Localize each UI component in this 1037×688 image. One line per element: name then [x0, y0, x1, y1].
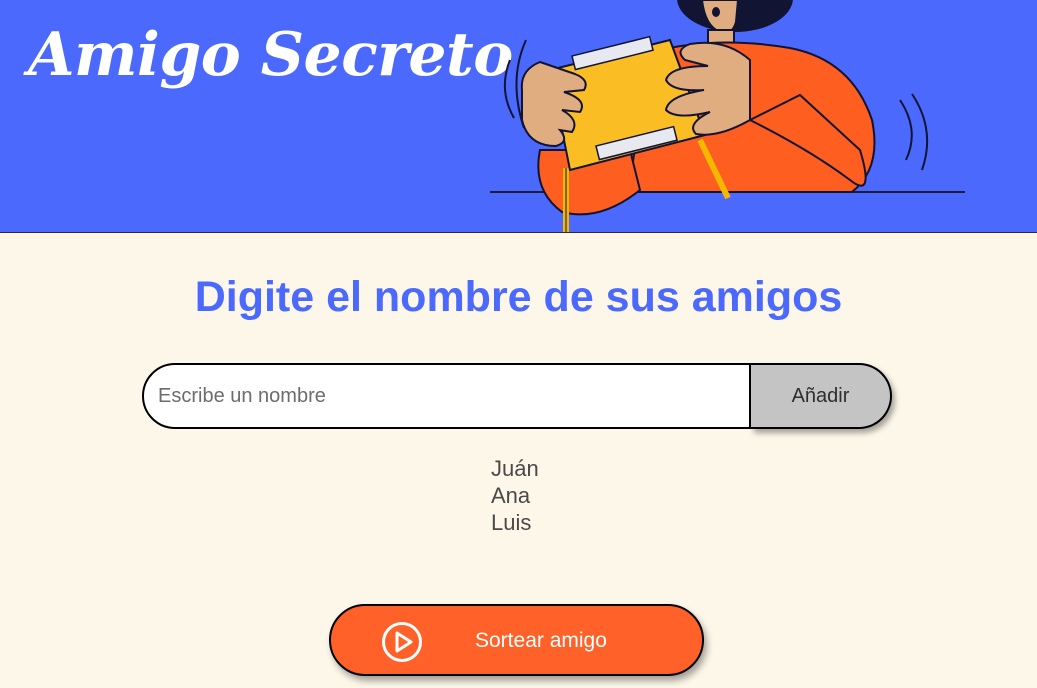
draw-button-label: Sortear amigo: [475, 629, 607, 652]
header-banner: Amigo Secreto: [0, 0, 1037, 233]
add-friend-form: Añadir: [142, 363, 892, 429]
draw-friend-button[interactable]: Sortear amigo: [329, 604, 704, 676]
list-item: Luis: [491, 510, 532, 535]
friends-list: Juán Ana Luis: [491, 455, 539, 536]
play-circle-icon: [382, 622, 422, 662]
list-item: Ana: [491, 483, 531, 508]
add-friend-button[interactable]: Añadir: [751, 363, 892, 429]
person-holding-gift-illustration: [490, 0, 965, 232]
app-title: Amigo Secreto: [28, 20, 513, 90]
page-heading: Digite el nombre de sus amigos: [194, 273, 843, 321]
list-item: Juán: [491, 456, 539, 481]
friend-name-input[interactable]: [142, 363, 751, 429]
